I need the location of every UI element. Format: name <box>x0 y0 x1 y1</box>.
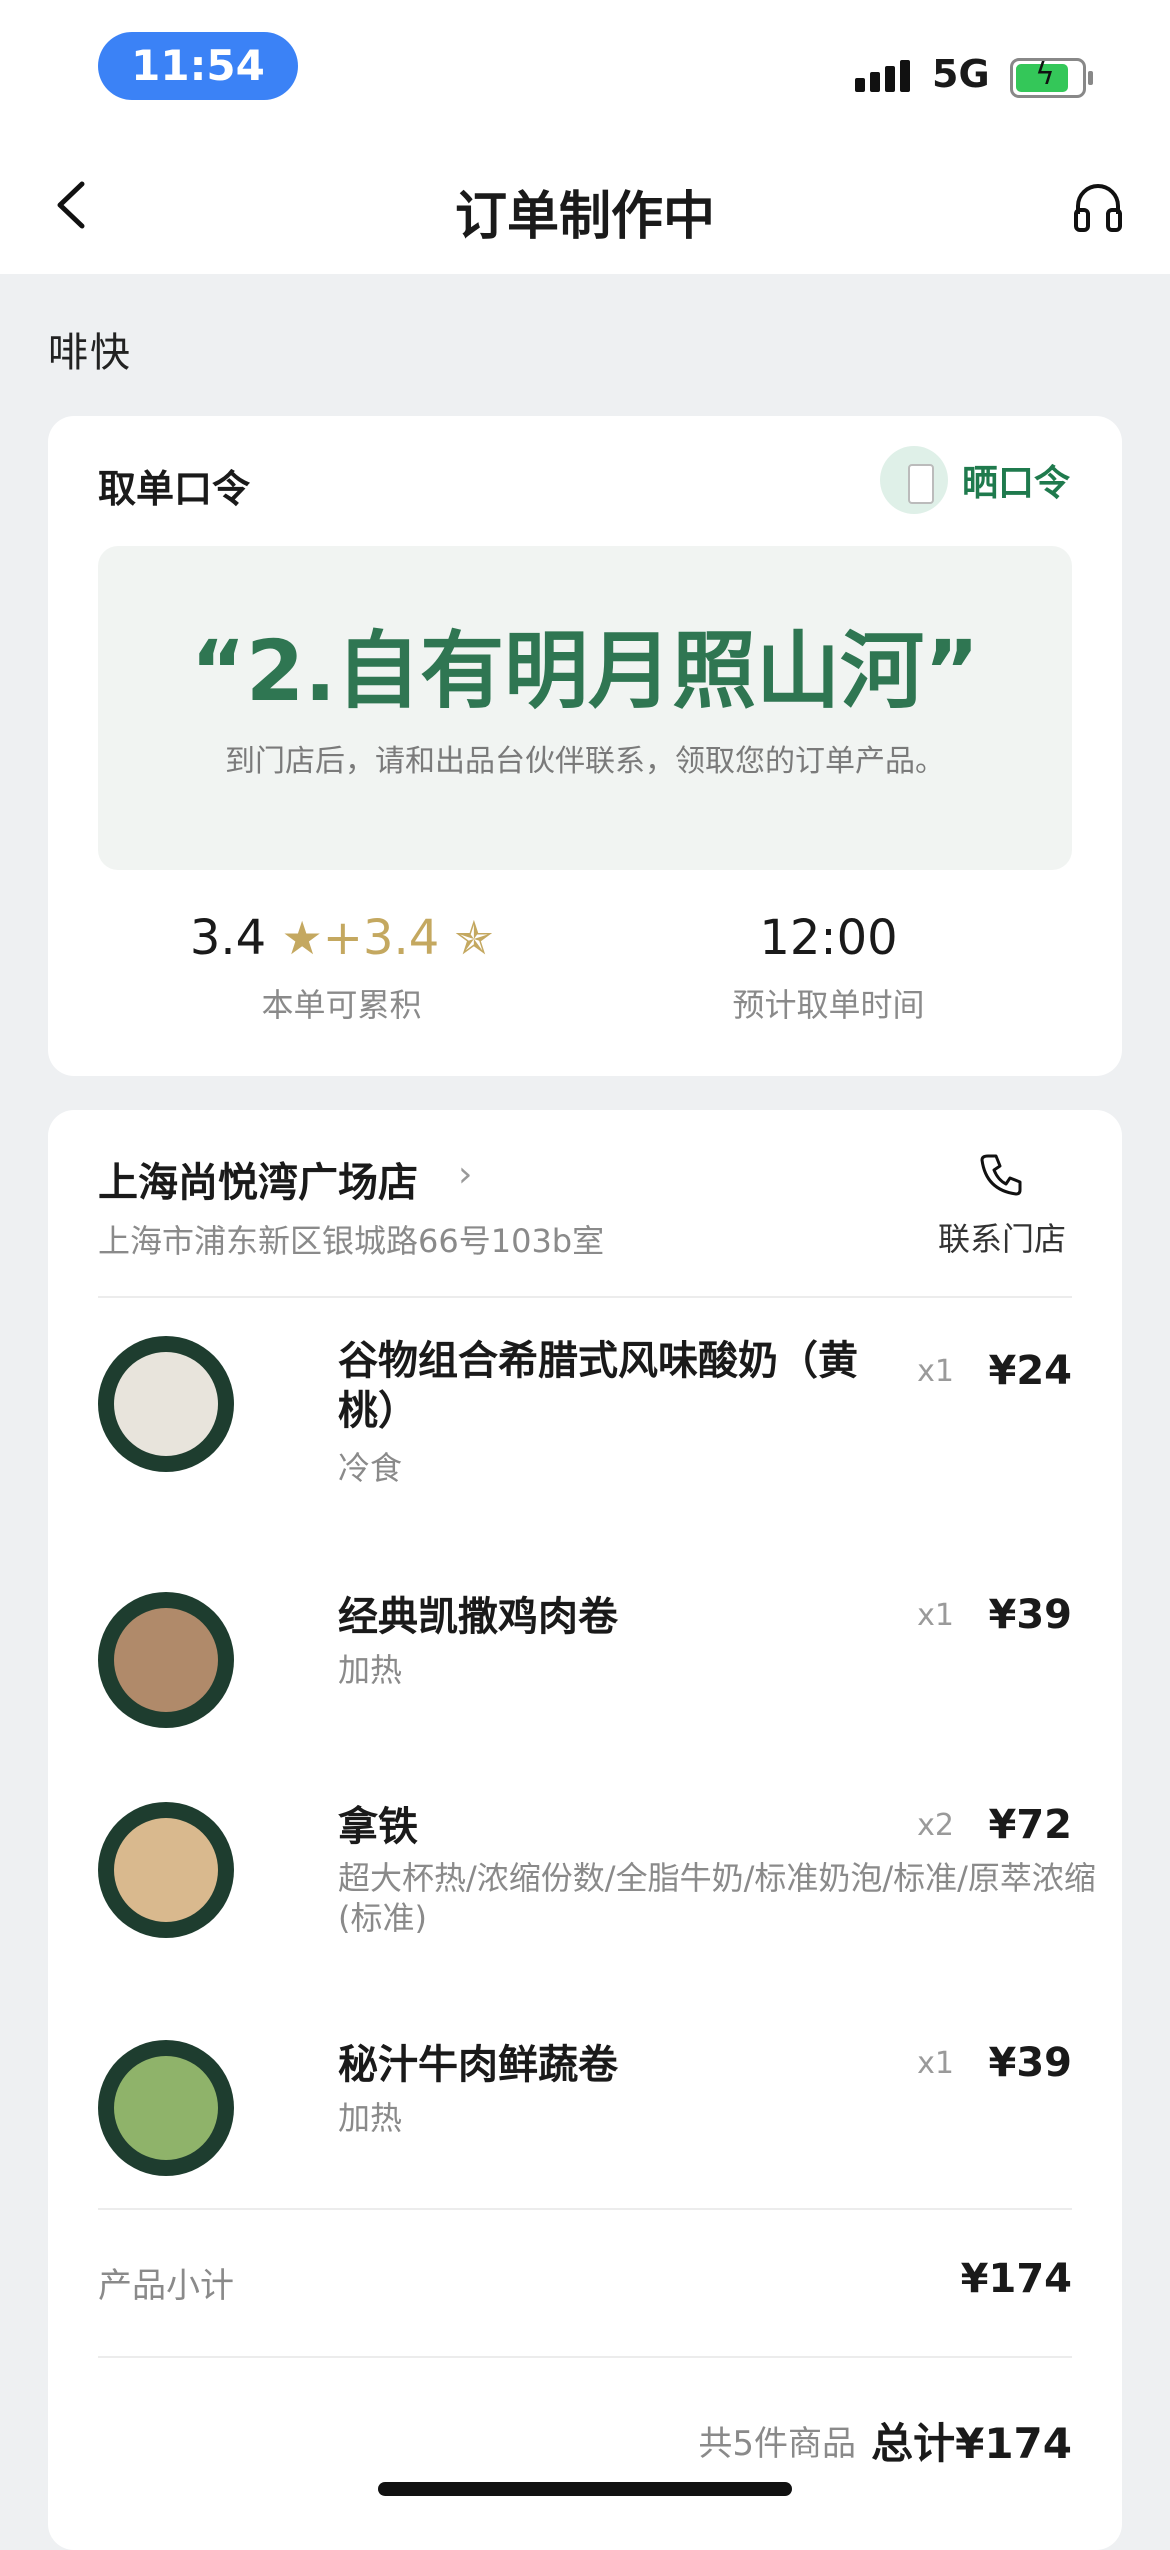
share-code-button[interactable]: 晒口令 <box>879 446 1070 514</box>
page-title: 订单制作中 <box>454 187 715 247</box>
stars-plus: +3.4 <box>322 910 440 966</box>
store-name[interactable]: 上海尚悦湾广场店 <box>98 1150 418 1208</box>
phone-icon <box>980 1154 1022 1196</box>
order-item[interactable]: 秘汁牛肉鲜蔬卷 加热 x1 ¥39 <box>98 2040 1072 2180</box>
item-count: 共5件商品 <box>698 2424 856 2464</box>
item-sub: 冷食 <box>338 1449 403 1487</box>
brand-logo: 啡快 <box>48 330 132 376</box>
order-item[interactable]: 拿铁 超大杯热/浓缩份数/全脂牛奶/标准奶泡/标准/原萃浓缩(标准) x2 ¥7… <box>98 1802 1096 1962</box>
item-qty: x2 <box>917 1808 954 1843</box>
pickup-time-label: 预计取单时间 <box>732 986 925 1024</box>
network-label: 5G <box>932 52 990 96</box>
pickup-time-stat: 12:00 预计取单时间 <box>585 910 1072 1026</box>
pickup-hint: 到门店后，请和出品台伙伴联系，领取您的订单产品。 <box>225 744 945 779</box>
battery-charging-icon: ϟ <box>1010 57 1093 98</box>
home-indicator[interactable] <box>378 2482 792 2496</box>
item-name: 拿铁 <box>338 1804 418 1850</box>
order-total: 总计¥174 <box>871 2419 1072 2468</box>
stars-label: 本单可累积 <box>261 986 422 1024</box>
item-price: ¥72 <box>988 1802 1073 1848</box>
item-qty: x1 <box>917 2046 954 2081</box>
item-qty: x1 <box>917 1598 954 1633</box>
latte-thumbnail <box>98 1802 234 1938</box>
headset-icon[interactable] <box>1070 180 1126 236</box>
subtotal-value: ¥174 <box>960 2256 1072 2302</box>
star-icon: ★ <box>281 911 323 965</box>
wrap-thumbnail <box>98 1592 234 1728</box>
pickup-code-box: “2.自有明月照山河” 到门店后，请和出品台伙伴联系，领取您的订单产品。 <box>98 546 1072 870</box>
beef-wrap-thumbnail <box>98 2040 234 2176</box>
divider <box>98 2208 1072 2210</box>
stars-stat: 3.4 ★+3.4 ✯ 本单可累积 <box>98 910 585 1026</box>
divider <box>98 2356 1072 2358</box>
share-label: 晒口令 <box>961 463 1070 504</box>
pickup-card: 取单口令 晒口令 “2.自有明月照山河” 到门店后，请和出品台伙伴联系，领取您的… <box>48 416 1122 1076</box>
stars-base: 3.4 <box>189 910 267 966</box>
status-time: 11:54 <box>98 32 298 100</box>
item-name: 秘汁牛肉鲜蔬卷 <box>338 2042 618 2088</box>
item-price: ¥39 <box>988 2040 1073 2086</box>
item-price: ¥39 <box>988 1592 1073 1638</box>
item-sub: 加热 <box>338 1651 403 1689</box>
yogurt-thumbnail <box>98 1336 234 1472</box>
store-address: 上海市浦东新区银城路66号103b室 <box>98 1222 605 1260</box>
share-cup-icon <box>879 446 948 514</box>
pickup-time: 12:00 <box>759 910 898 966</box>
star-outline-icon: ✯ <box>454 911 494 965</box>
pickup-code: “2.自有明月照山河” <box>190 622 980 720</box>
contact-label: 联系门店 <box>937 1220 1066 1258</box>
order-item[interactable]: 谷物组合希腊式风味酸奶（黄桃） 冷食 x1 ¥24 <box>98 1336 1072 1496</box>
subtotal-label: 产品小计 <box>98 2266 234 2306</box>
status-bar: 11:54 5G ϟ <box>0 0 1170 140</box>
nav-bar: 订单制作中 <box>0 140 1170 274</box>
item-qty: x1 <box>917 1354 954 1389</box>
item-price: ¥24 <box>988 1348 1073 1394</box>
item-sub: 加热 <box>338 2099 403 2137</box>
divider <box>98 1296 1072 1298</box>
order-item[interactable]: 经典凯撒鸡肉卷 加热 x1 ¥39 <box>98 1592 1072 1732</box>
item-sub: 超大杯热/浓缩份数/全脂牛奶/标准奶泡/标准/原萃浓缩(标准) <box>338 1859 1096 1937</box>
item-name: 谷物组合希腊式风味酸奶（黄桃） <box>338 1338 858 1434</box>
order-stats: 3.4 ★+3.4 ✯ 本单可累积 12:00 预计取单时间 <box>98 910 1072 1050</box>
order-card: 上海尚悦湾广场店 › 上海市浦东新区银城路66号103b室 联系门店 谷物组合希… <box>48 1110 1122 2550</box>
pickup-title: 取单口令 <box>98 467 251 511</box>
contact-store-button[interactable]: 联系门店 <box>932 1150 1072 1260</box>
signal-icon <box>855 54 910 92</box>
chevron-right-icon[interactable]: › <box>458 1154 472 1195</box>
item-name: 经典凯撒鸡肉卷 <box>338 1594 618 1640</box>
